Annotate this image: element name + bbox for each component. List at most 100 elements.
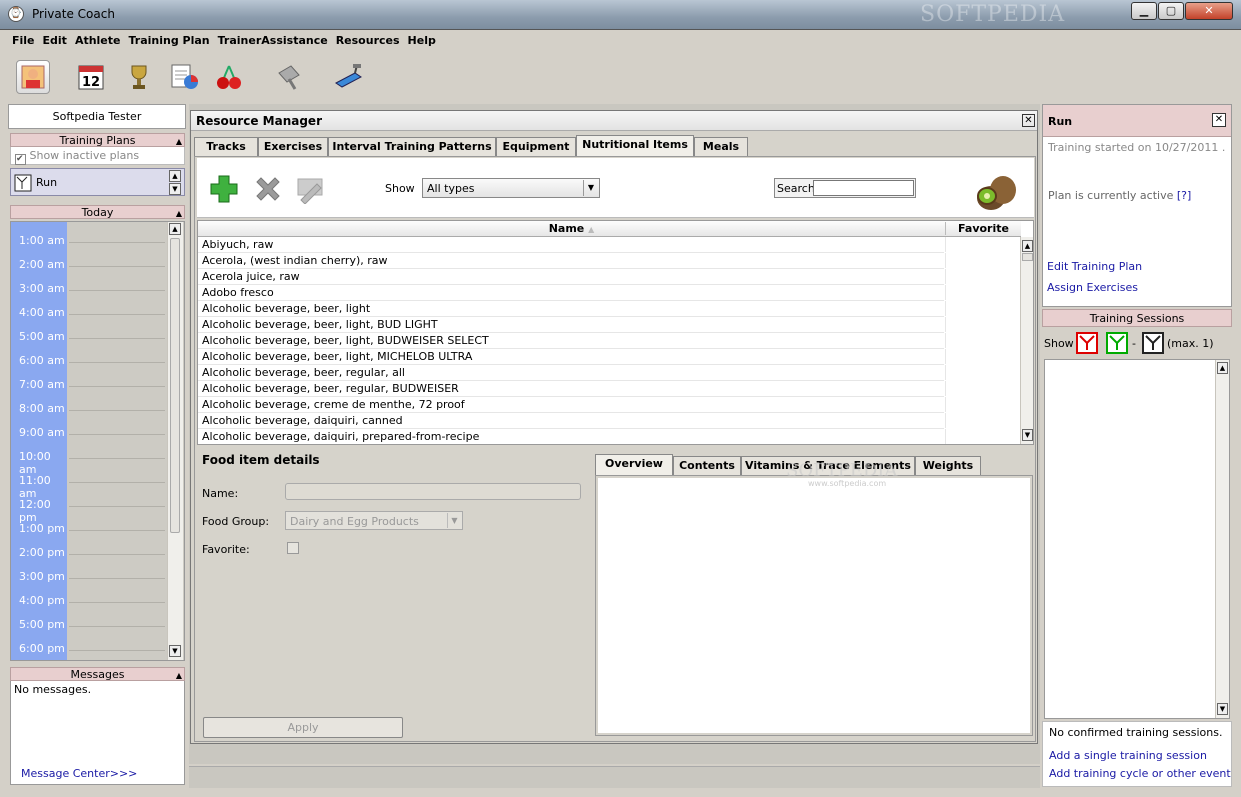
row-favorite[interactable]: [945, 253, 1021, 268]
time-slot-line[interactable]: [69, 314, 165, 315]
help-link[interactable]: [?]: [1177, 189, 1191, 202]
row-favorite[interactable]: [945, 237, 1021, 252]
nutrition-toolbar-button[interactable]: [212, 60, 246, 94]
table-scroll-thumb[interactable]: [1022, 253, 1033, 261]
table-row[interactable]: Alcoholic beverage, beer, regular, all: [198, 365, 946, 381]
add-single-session-link[interactable]: Add a single training session: [1049, 749, 1207, 762]
menu-training-plan[interactable]: Training Plan: [125, 31, 214, 50]
table-scrollbar[interactable]: ▲ ▼: [1020, 237, 1033, 444]
table-row[interactable]: Alcoholic beverage, creme de menthe, 72 …: [198, 397, 946, 413]
today-collapse-icon[interactable]: ▲: [176, 207, 182, 220]
message-center-link[interactable]: Message Center>>>: [21, 767, 137, 780]
table-row[interactable]: Adobo fresco: [198, 285, 946, 301]
filter-black-icon[interactable]: [1142, 332, 1164, 354]
sessions-scroll-up[interactable]: ▲: [1217, 362, 1228, 374]
time-slot-line[interactable]: [69, 434, 165, 435]
column-name[interactable]: Name ▲: [198, 222, 945, 235]
today-scroll-thumb[interactable]: [170, 238, 180, 533]
tab-interval-training-patterns[interactable]: Interval Training Patterns: [328, 137, 496, 156]
table-row[interactable]: Acerola, (west indian cherry), raw: [198, 253, 946, 269]
table-row[interactable]: Alcoholic beverage, beer, light: [198, 301, 946, 317]
table-scroll-down[interactable]: ▼: [1022, 429, 1033, 441]
tab-nutritional-items[interactable]: Nutritional Items: [576, 135, 694, 156]
row-favorite[interactable]: [945, 413, 1021, 428]
treadmill-toolbar-button[interactable]: [332, 60, 366, 94]
row-favorite[interactable]: [945, 397, 1021, 412]
maximize-button[interactable]: ▢: [1158, 2, 1184, 20]
sessions-scroll-down[interactable]: ▼: [1217, 703, 1228, 715]
delete-item-button[interactable]: [253, 174, 283, 204]
menu-file[interactable]: File: [8, 31, 39, 50]
show-inactive-checkbox[interactable]: ✔: [15, 154, 26, 165]
today-header[interactable]: Today ▲: [10, 205, 185, 219]
table-row[interactable]: Alcoholic beverage, beer, light, BUD LIG…: [198, 317, 946, 333]
edit-training-plan-link[interactable]: Edit Training Plan: [1047, 260, 1142, 273]
time-slot-line[interactable]: [69, 410, 165, 411]
time-slot-line[interactable]: [69, 386, 165, 387]
day-timeline[interactable]: 1:00 am 2:00 am 3:00 am 4:00 am 5:00 am 6:00 …: [10, 221, 185, 661]
assign-exercises-link[interactable]: Assign Exercises: [1047, 281, 1138, 294]
today-scrollbar[interactable]: ▲ ▼: [167, 222, 183, 660]
athlete-toolbar-button[interactable]: [16, 60, 50, 94]
tab-meals[interactable]: Meals: [694, 137, 748, 156]
row-favorite[interactable]: [945, 285, 1021, 300]
row-favorite[interactable]: [945, 381, 1021, 396]
minimize-button[interactable]: ▁: [1131, 2, 1157, 20]
table-row[interactable]: Alcoholic beverage, daiquiri, prepared-f…: [198, 429, 946, 444]
time-slot-line[interactable]: [69, 458, 165, 459]
tools-toolbar-button[interactable]: [272, 60, 306, 94]
today-scroll-down[interactable]: ▼: [169, 645, 181, 657]
collapse-icon[interactable]: ▲: [176, 135, 182, 148]
time-slot-line[interactable]: [69, 554, 165, 555]
tab-overview[interactable]: Overview: [595, 454, 673, 475]
athlete-name[interactable]: Softpedia Tester: [8, 104, 186, 129]
time-slot-line[interactable]: [69, 602, 165, 603]
plan-scroll-up[interactable]: ▲: [169, 170, 181, 182]
tab-equipment[interactable]: Equipment: [496, 137, 576, 156]
time-slot-line[interactable]: [69, 650, 165, 651]
trophy-toolbar-button[interactable]: [122, 60, 156, 94]
show-type-select[interactable]: All types ▼: [422, 178, 600, 198]
table-row[interactable]: Acerola juice, raw: [198, 269, 946, 285]
menu-trainer-assistance[interactable]: TrainerAssistance: [214, 31, 332, 50]
filter-red-icon[interactable]: [1076, 332, 1098, 354]
table-scroll-up[interactable]: ▲: [1022, 240, 1033, 252]
row-favorite[interactable]: [945, 301, 1021, 316]
menu-edit[interactable]: Edit: [39, 31, 71, 50]
time-slot-line[interactable]: [69, 338, 165, 339]
close-window-button[interactable]: ✕: [1185, 2, 1233, 20]
row-favorite[interactable]: [945, 269, 1021, 284]
row-favorite[interactable]: [945, 317, 1021, 332]
table-row[interactable]: Alcoholic beverage, daiquiri, canned: [198, 413, 946, 429]
tab-contents[interactable]: Contents: [673, 456, 741, 475]
edit-item-button[interactable]: [295, 176, 327, 204]
time-slot-line[interactable]: [69, 266, 165, 267]
favorite-checkbox[interactable]: [287, 542, 299, 554]
table-row[interactable]: Alcoholic beverage, beer, light, BUDWEIS…: [198, 333, 946, 349]
table-row[interactable]: Alcoholic beverage, beer, light, MICHELO…: [198, 349, 946, 365]
time-slot-line[interactable]: [69, 578, 165, 579]
plan-item-run[interactable]: Run ▲ ▼: [10, 168, 185, 196]
apply-button[interactable]: Apply: [203, 717, 403, 738]
menu-athlete[interactable]: Athlete: [71, 31, 125, 50]
row-favorite[interactable]: [945, 365, 1021, 380]
add-item-button[interactable]: [209, 174, 239, 204]
filter-green-icon[interactable]: [1106, 332, 1128, 354]
sessions-list[interactable]: ▲ ▼: [1044, 359, 1230, 719]
time-slot-line[interactable]: [69, 242, 165, 243]
food-group-select[interactable]: Dairy and Egg Products ▼: [285, 511, 463, 530]
calendar-toolbar-button[interactable]: 12: [74, 60, 108, 94]
name-field[interactable]: [285, 483, 581, 500]
time-slot-line[interactable]: [69, 482, 165, 483]
resource-manager-close-button[interactable]: ✕: [1022, 114, 1035, 127]
tab-tracks[interactable]: Tracks: [194, 137, 258, 156]
messages-header[interactable]: Messages ▲: [10, 667, 185, 681]
time-slot-line[interactable]: [69, 362, 165, 363]
report-toolbar-button[interactable]: [168, 60, 202, 94]
add-training-cycle-link[interactable]: Add training cycle or other event: [1049, 767, 1231, 780]
tab-exercises[interactable]: Exercises: [258, 137, 328, 156]
row-favorite[interactable]: [945, 429, 1021, 444]
plan-detail-close-button[interactable]: ✕: [1212, 113, 1226, 127]
menu-help[interactable]: Help: [404, 31, 440, 50]
row-favorite[interactable]: [945, 333, 1021, 348]
